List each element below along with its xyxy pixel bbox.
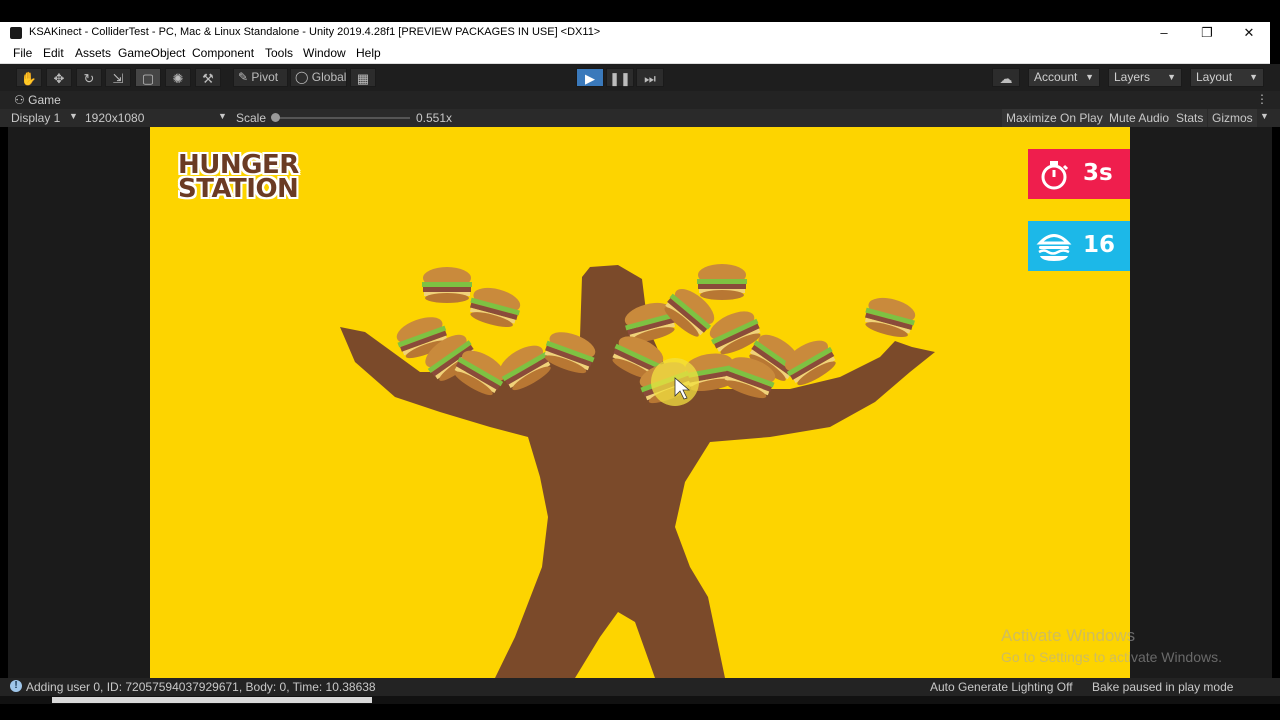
scale-tool-button[interactable]: ⇲ xyxy=(105,68,131,87)
scale-value: 0.551x xyxy=(416,111,453,125)
display-dropdown[interactable]: Display 1 ▼ xyxy=(11,111,79,125)
global-toggle[interactable]: ◯ Global xyxy=(290,68,347,87)
pause-button[interactable]: ❚❚ xyxy=(606,68,634,87)
chevron-down-icon: ▼ xyxy=(69,111,78,121)
window-title-bar: KSAKinect - ColliderTest - PC, Mac & Lin… xyxy=(0,22,1270,44)
game-view-controls: Display 1 ▼ 1920x1080 ▼ Scale 0.551x Max… xyxy=(0,109,1280,127)
pivot-icon: ✎ xyxy=(238,70,249,84)
mute-audio-toggle[interactable]: Mute Audio xyxy=(1105,109,1174,127)
step-icon: ⏭ xyxy=(644,71,656,86)
grid-snap-button[interactable]: ▦ xyxy=(350,68,376,87)
rotate-tool-button[interactable]: ↻ xyxy=(76,68,102,87)
layout-dropdown[interactable]: Layout ▼ xyxy=(1190,68,1264,87)
resolution-dropdown[interactable]: 1920x1080 ▼ xyxy=(85,111,228,125)
scale-tool-icon: ⇲ xyxy=(112,71,124,86)
burger-icon xyxy=(1036,234,1072,261)
rotate-tool-icon: ↻ xyxy=(83,71,95,86)
stopwatch-icon xyxy=(1041,161,1069,190)
menu-edit[interactable]: Edit xyxy=(43,46,64,60)
activate-windows-title: Activate Windows xyxy=(1001,626,1136,645)
scrollbar-thumb[interactable] xyxy=(52,697,372,703)
window-title: KSAKinect - ColliderTest - PC, Mac & Lin… xyxy=(29,26,601,38)
minimize-button[interactable]: – xyxy=(1142,22,1186,44)
timer-panel: 3s xyxy=(1028,149,1130,199)
scale-slider-track[interactable] xyxy=(274,117,410,119)
score-panel: 16 xyxy=(1028,221,1130,271)
menu-help[interactable]: Help xyxy=(356,46,381,60)
globe-icon: ◯ xyxy=(295,70,309,84)
burger-item xyxy=(697,264,747,300)
more-options-icon[interactable]: ⋮ xyxy=(1256,92,1268,106)
status-bar: ! Adding user 0, ID: 72057594037929671, … xyxy=(0,678,1280,696)
tab-game-label: Game xyxy=(28,93,61,107)
menu-bar: File Edit Assets GameObject Component To… xyxy=(0,44,1270,64)
unity-logo-icon xyxy=(10,27,22,39)
account-label: Account xyxy=(1034,70,1078,84)
chevron-down-icon: ▼ xyxy=(1167,72,1176,82)
hunger-station-logo: HUNGER STATION xyxy=(178,152,299,204)
timer-value: 3s xyxy=(1083,160,1113,186)
score-value: 16 xyxy=(1083,232,1116,258)
maximize-on-play-toggle[interactable]: Maximize On Play xyxy=(1002,109,1107,127)
account-dropdown[interactable]: Account ▼ xyxy=(1028,68,1100,87)
menu-file[interactable]: File xyxy=(13,46,32,60)
tab-game[interactable]: ⚇ Game xyxy=(14,93,61,107)
menu-tools[interactable]: Tools xyxy=(265,46,293,60)
play-icon: ▶ xyxy=(585,71,595,86)
lighting-status[interactable]: Auto Generate Lighting Off xyxy=(930,680,1073,694)
menu-gameobject[interactable]: GameObject xyxy=(118,46,185,60)
hand-tool-icon: ✋ xyxy=(20,71,38,86)
chevron-down-icon[interactable]: ▼ xyxy=(1260,111,1269,121)
toolbar: ✋ ✥ ↻ ⇲ ▢ ✺ ⚒ ✎ Pivot ◯ Global ▦ ▶ ❚❚ ⏭ … xyxy=(0,64,1280,91)
rect-tool-button[interactable]: ▢ xyxy=(135,68,161,87)
game-canvas[interactable]: HUNGER STATION 3s 16 xyxy=(150,127,1130,678)
pause-icon: ❚❚ xyxy=(609,71,631,86)
play-button[interactable]: ▶ xyxy=(576,68,604,87)
restore-button[interactable]: ❐ xyxy=(1185,22,1229,44)
bake-status: Bake paused in play mode xyxy=(1092,680,1234,694)
game-scene xyxy=(340,264,935,678)
close-button[interactable]: ✕ xyxy=(1227,22,1271,44)
gizmos-toggle[interactable]: Gizmos xyxy=(1208,109,1257,127)
step-button[interactable]: ⏭ xyxy=(636,68,664,87)
chevron-down-icon: ▼ xyxy=(1085,72,1094,82)
global-label: Global xyxy=(311,70,347,84)
collab-cloud-button[interactable]: ☁ xyxy=(992,68,1020,87)
display-label: Display 1 xyxy=(11,111,61,125)
chevron-down-icon: ▼ xyxy=(218,111,227,121)
scale-label: Scale xyxy=(236,111,267,125)
move-tool-button[interactable]: ✥ xyxy=(46,68,72,87)
resolution-label: 1920x1080 xyxy=(85,111,145,125)
gamepad-icon: ⚇ xyxy=(14,93,25,107)
game-tab-header: ⚇ Game ⋮ xyxy=(0,91,1280,109)
menu-component[interactable]: Component xyxy=(192,46,254,60)
console-message[interactable]: Adding user 0, ID: 72057594037929671, Bo… xyxy=(26,680,376,694)
pivot-label: Pivot xyxy=(251,70,279,84)
menu-window[interactable]: Window xyxy=(303,46,346,60)
menu-assets[interactable]: Assets xyxy=(75,46,111,60)
grid-icon: ▦ xyxy=(356,71,370,86)
hand-tool-button[interactable]: ✋ xyxy=(16,68,42,87)
transform-tool-button[interactable]: ✺ xyxy=(165,68,191,87)
cloud-icon: ☁ xyxy=(999,71,1013,86)
layers-label: Layers xyxy=(1114,70,1151,84)
move-tool-icon: ✥ xyxy=(53,71,65,86)
burger-item xyxy=(422,267,472,303)
stats-toggle[interactable]: Stats xyxy=(1172,109,1208,127)
scale-slider-thumb[interactable] xyxy=(271,113,280,122)
rect-tool-icon: ▢ xyxy=(141,71,155,86)
info-icon: ! xyxy=(10,680,22,692)
logo-line-2: STATION xyxy=(178,174,299,204)
burger-item xyxy=(469,287,521,328)
layers-dropdown[interactable]: Layers ▼ xyxy=(1108,68,1182,87)
pivot-toggle[interactable]: ✎ Pivot xyxy=(233,68,288,87)
transform-tool-icon: ✺ xyxy=(172,71,184,86)
custom-tool-icon: ⚒ xyxy=(202,71,214,86)
custom-tool-button[interactable]: ⚒ xyxy=(195,68,221,87)
layout-label: Layout xyxy=(1196,70,1233,84)
chevron-down-icon: ▼ xyxy=(1249,72,1258,82)
activate-windows-subtitle: Go to Settings to activate Windows. xyxy=(1001,649,1222,665)
burger-item xyxy=(864,297,916,338)
